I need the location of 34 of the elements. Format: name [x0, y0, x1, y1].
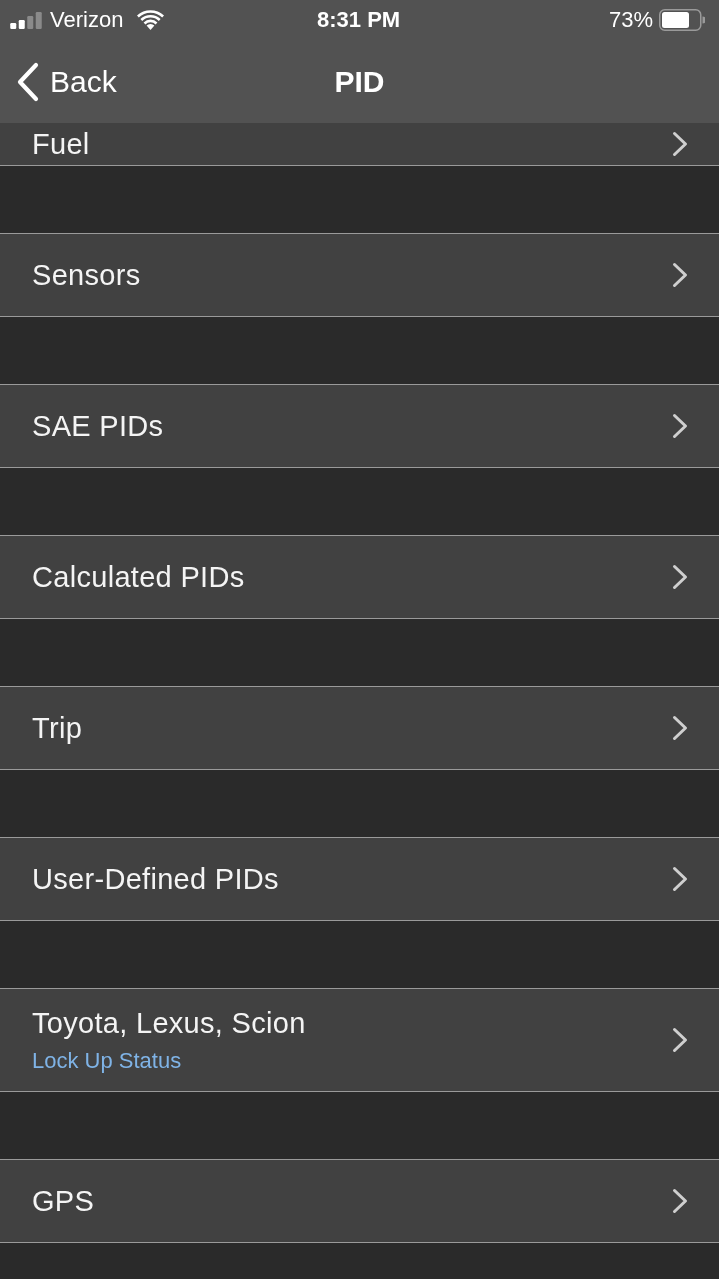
back-button[interactable]: Back [16, 61, 117, 102]
row-title: Trip [32, 712, 83, 744]
chevron-right-icon [672, 564, 688, 590]
chevron-right-icon [672, 131, 688, 157]
carrier-name: Verizon [50, 7, 124, 33]
chevron-right-icon [672, 715, 688, 741]
list-row[interactable]: Calculated PIDs [0, 535, 719, 619]
row-title: Sensors [32, 259, 141, 291]
chevron-left-icon [16, 61, 40, 102]
list-row[interactable]: Toyota, Lexus, Scion Lock Up Status [0, 988, 719, 1092]
row-title: Fuel [32, 128, 90, 160]
list-row[interactable]: Sensors [0, 233, 719, 317]
chevron-right-icon [672, 413, 688, 439]
status-time: 8:31 PM [317, 7, 401, 33]
chevron-right-icon [672, 262, 688, 288]
row-title: SAE PIDs [32, 410, 164, 442]
chevron-right-icon [672, 1188, 688, 1214]
row-subtitle: Lock Up Status [32, 1049, 182, 1073]
battery-percent: 73% [608, 7, 653, 33]
row-title: GPS [32, 1185, 95, 1217]
list-row[interactable]: GPS [0, 1159, 719, 1243]
list-row[interactable]: SAE PIDs [0, 384, 719, 468]
list-row[interactable]: Trip [0, 686, 719, 770]
row-title: User-Defined PIDs [32, 863, 279, 895]
chevron-right-icon [672, 866, 688, 892]
list-row[interactable]: Fuel [0, 123, 719, 166]
signal-icon [10, 11, 42, 29]
chevron-right-icon [672, 1027, 688, 1053]
row-title: Calculated PIDs [32, 561, 245, 593]
nav-title: PID [334, 63, 385, 100]
row-title: Toyota, Lexus, Scion [32, 1007, 306, 1039]
wifi-icon [137, 10, 165, 30]
battery-icon [659, 9, 705, 31]
list-row[interactable]: User-Defined PIDs [0, 837, 719, 921]
